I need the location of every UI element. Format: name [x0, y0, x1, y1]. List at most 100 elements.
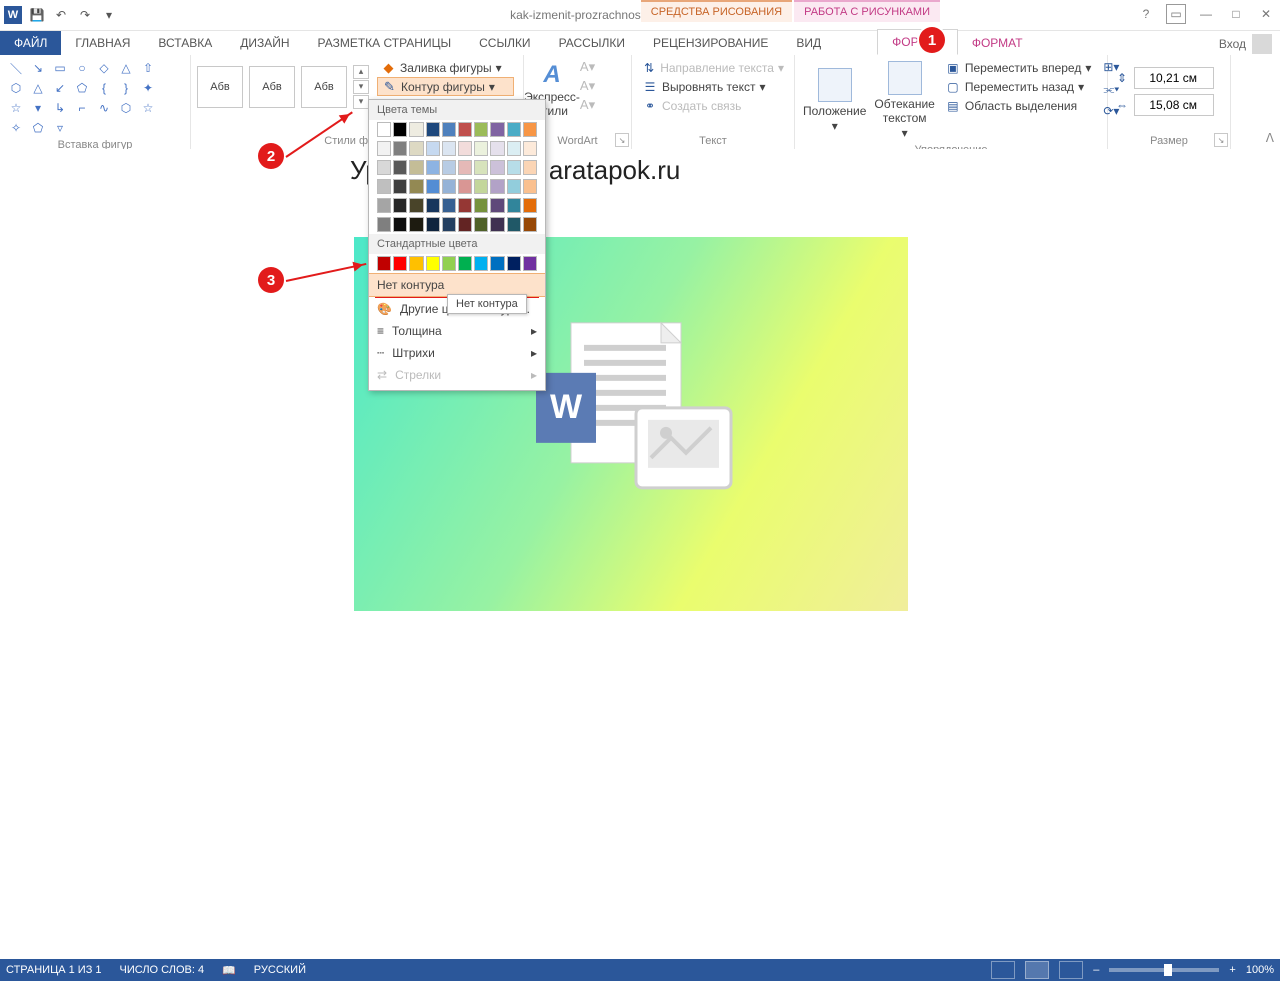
tab-file[interactable]: ФАЙЛ [0, 31, 61, 55]
color-swatch[interactable] [442, 179, 456, 194]
tab-view[interactable]: ВИД [782, 31, 835, 55]
color-swatch[interactable] [393, 141, 407, 156]
color-swatch[interactable] [474, 122, 488, 137]
color-swatch[interactable] [442, 256, 456, 271]
color-swatch[interactable] [490, 256, 504, 271]
view-web-icon[interactable] [1059, 961, 1083, 979]
close-icon[interactable]: ✕ [1256, 4, 1276, 24]
minimize-icon[interactable]: — [1196, 4, 1216, 24]
color-swatch[interactable] [474, 256, 488, 271]
color-swatch[interactable] [409, 198, 423, 213]
color-swatch[interactable] [523, 256, 537, 271]
height-input[interactable] [1134, 67, 1214, 89]
color-swatch[interactable] [393, 217, 407, 232]
tab-format-drawing[interactable]: ФОРМАТ [877, 29, 958, 55]
outline-dashes-item[interactable]: ┄Штрихи▸ [369, 342, 545, 364]
zoom-level[interactable]: 100% [1246, 964, 1274, 976]
tab-insert[interactable]: ВСТАВКА [144, 31, 226, 55]
color-swatch[interactable] [409, 141, 423, 156]
color-swatch[interactable] [426, 179, 440, 194]
shape-style-gallery[interactable]: Абв Абв Абв ▴ ▾ ▾ [197, 59, 369, 114]
color-swatch[interactable] [490, 122, 504, 137]
tab-references[interactable]: ССЫЛКИ [465, 31, 544, 55]
ribbon-options-icon[interactable]: ▭ [1166, 4, 1186, 24]
color-swatch[interactable] [507, 217, 521, 232]
color-swatch[interactable] [409, 160, 423, 175]
width-field[interactable]: ⇔ [1114, 94, 1224, 116]
status-language[interactable]: РУССКИЙ [254, 964, 306, 976]
color-swatch[interactable] [426, 256, 440, 271]
proofing-icon[interactable]: 📖 [222, 964, 236, 977]
zoom-in-icon[interactable]: + [1229, 964, 1235, 976]
tab-layout[interactable]: РАЗМЕТКА СТРАНИЦЫ [304, 31, 466, 55]
color-swatch[interactable] [377, 141, 391, 156]
color-swatch[interactable] [426, 217, 440, 232]
sign-in[interactable]: Вход [1219, 34, 1272, 54]
undo-icon[interactable]: ↶ [50, 4, 72, 26]
collapse-ribbon-icon[interactable]: ᐱ [1266, 131, 1274, 145]
color-swatch[interactable] [409, 179, 423, 194]
text-direction-button[interactable]: ⇅Направление текста▾ [638, 59, 788, 77]
color-swatch[interactable] [507, 160, 521, 175]
help-icon[interactable]: ? [1136, 4, 1156, 24]
color-swatch[interactable] [490, 217, 504, 232]
dialog-launcher-icon[interactable]: ↘ [1214, 133, 1228, 147]
color-swatch[interactable] [458, 256, 472, 271]
color-swatch[interactable] [523, 179, 537, 194]
align-text-button[interactable]: ☰Выровнять текст▾ [638, 78, 788, 96]
color-swatch[interactable] [507, 141, 521, 156]
color-swatch[interactable] [377, 160, 391, 175]
view-read-icon[interactable] [991, 961, 1015, 979]
outline-arrows-item[interactable]: ⇄Стрелки▸ [369, 364, 545, 386]
redo-icon[interactable]: ↷ [74, 4, 96, 26]
color-swatch[interactable] [474, 217, 488, 232]
color-swatch[interactable] [426, 160, 440, 175]
color-swatch[interactable] [442, 160, 456, 175]
color-swatch[interactable] [490, 179, 504, 194]
color-swatch[interactable] [474, 179, 488, 194]
status-words[interactable]: ЧИСЛО СЛОВ: 4 [120, 964, 205, 976]
color-swatch[interactable] [426, 198, 440, 213]
color-swatch[interactable] [409, 217, 423, 232]
color-swatch[interactable] [523, 217, 537, 232]
save-icon[interactable]: 💾 [26, 4, 48, 26]
tab-home[interactable]: ГЛАВНАЯ [61, 31, 144, 55]
color-swatch[interactable] [442, 217, 456, 232]
tab-mailings[interactable]: РАССЫЛКИ [545, 31, 639, 55]
color-swatch[interactable] [377, 179, 391, 194]
color-swatch[interactable] [474, 198, 488, 213]
color-swatch[interactable] [426, 141, 440, 156]
color-swatch[interactable] [458, 141, 472, 156]
color-swatch[interactable] [442, 141, 456, 156]
status-page[interactable]: СТРАНИЦА 1 ИЗ 1 [6, 964, 102, 976]
gallery-up-icon[interactable]: ▴ [353, 65, 369, 79]
zoom-out-icon[interactable]: – [1093, 964, 1099, 976]
gallery-down-icon[interactable]: ▾ [353, 80, 369, 94]
color-swatch[interactable] [507, 198, 521, 213]
color-swatch[interactable] [458, 198, 472, 213]
color-swatch[interactable] [507, 122, 521, 137]
text-outline-icon[interactable]: A▾ [580, 78, 595, 93]
shape-fill-button[interactable]: ◆Заливка фигуры▾ [377, 59, 514, 76]
gallery-more-icon[interactable]: ▾ [353, 95, 369, 109]
color-swatch[interactable] [377, 198, 391, 213]
shapes-gallery[interactable]: ＼↘▭○◇△⇧⬡ △↙⬠{}✦☆▾ ↳⌐∿⬡☆✧⬠▿ [6, 59, 166, 137]
zoom-slider[interactable] [1109, 968, 1219, 972]
selection-pane-button[interactable]: ▤Область выделения [941, 97, 1096, 115]
text-fill-icon[interactable]: A▾ [580, 59, 595, 74]
color-swatch[interactable] [458, 217, 472, 232]
color-swatch[interactable] [474, 141, 488, 156]
color-swatch[interactable] [442, 198, 456, 213]
color-swatch[interactable] [523, 141, 537, 156]
document-area[interactable]: Урxxxxxxxxxxxxxaratapok.ru W [0, 149, 1280, 959]
color-swatch[interactable] [523, 122, 537, 137]
color-swatch[interactable] [523, 160, 537, 175]
color-swatch[interactable] [490, 141, 504, 156]
no-outline-item[interactable]: Нет контура Нет контура [369, 273, 545, 297]
color-swatch[interactable] [377, 122, 391, 137]
style-preset-3[interactable]: Абв [301, 66, 347, 108]
dialog-launcher-icon[interactable]: ↘ [615, 133, 629, 147]
tab-format-picture[interactable]: ФОРМАТ [958, 31, 1037, 55]
height-field[interactable]: ⇕ [1114, 67, 1224, 89]
qat-customize-icon[interactable]: ▾ [98, 4, 120, 26]
